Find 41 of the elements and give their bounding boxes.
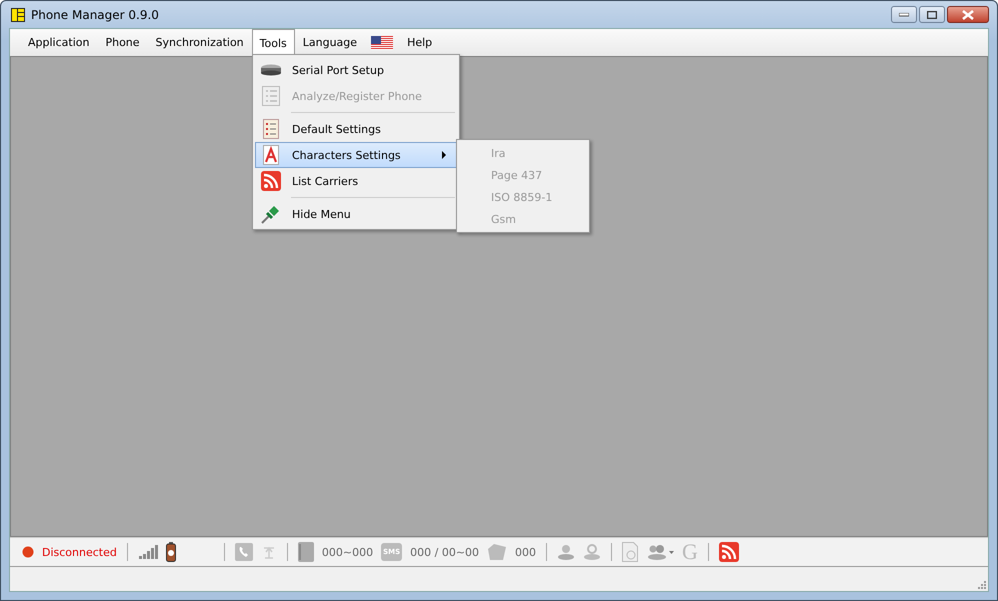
drive-icon	[260, 64, 282, 76]
calls-count: 000	[515, 546, 536, 558]
signal-icon	[138, 545, 158, 559]
phone-icon[interactable]	[234, 543, 253, 561]
connection-status: Disconnected	[42, 546, 117, 558]
close-button[interactable]	[947, 6, 989, 23]
close-icon	[962, 10, 974, 20]
maximize-button[interactable]	[919, 6, 945, 23]
minimize-icon	[899, 12, 909, 16]
resize-grip-icon[interactable]	[976, 579, 986, 589]
menu-item[interactable]: Help	[399, 29, 440, 56]
pushpin-icon	[261, 204, 281, 224]
menu-item[interactable]: Serial Port Setup	[255, 57, 457, 83]
list-sheet-icon	[263, 119, 279, 139]
document-clock-icon[interactable]	[622, 542, 638, 562]
sim-card-icon	[11, 8, 25, 22]
minimize-button[interactable]	[891, 6, 917, 23]
sms-count: 000 / 00~00	[410, 546, 480, 558]
battery-icon	[166, 542, 176, 562]
checklist-icon	[262, 86, 280, 106]
menu-item[interactable]: Application	[20, 29, 98, 56]
status-dot-icon	[22, 546, 34, 558]
flag-icon[interactable]	[371, 36, 394, 50]
contacts-count: 000~000	[322, 546, 374, 558]
rss-icon	[261, 171, 281, 191]
rss-icon[interactable]	[718, 542, 739, 562]
menu-item[interactable]: List Carriers	[255, 168, 457, 194]
maximize-icon	[927, 10, 937, 18]
user-sync-icon[interactable]	[583, 544, 602, 560]
menu-item[interactable]: Default Settings	[255, 116, 457, 142]
menu-item[interactable]: Synchronization	[148, 29, 252, 56]
menu-item[interactable]: Language	[294, 29, 366, 56]
menu-item[interactable]: Hide Menu	[255, 201, 457, 227]
window-title: Phone Manager 0.9.0	[31, 8, 160, 22]
users-dropdown-icon[interactable]	[646, 544, 674, 560]
menu-item[interactable]: Characters Settings	[255, 142, 457, 168]
user-icon[interactable]	[557, 544, 576, 560]
address-book-icon[interactable]	[298, 542, 314, 562]
font-icon	[263, 145, 279, 165]
menu-item[interactable]: Phone	[97, 29, 148, 56]
menu-item[interactable]: Tools	[252, 29, 295, 56]
